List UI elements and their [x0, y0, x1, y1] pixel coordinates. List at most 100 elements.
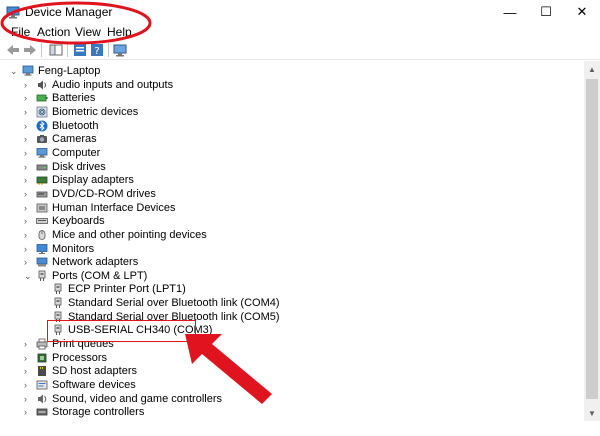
port-icon: [54, 283, 62, 295]
tree-category-item[interactable]: › SD host adapters: [0, 364, 580, 378]
hid-icon: [36, 203, 48, 212]
sd-card-icon: [38, 366, 46, 377]
highlight-box: [47, 320, 196, 342]
device-manager-window: Device Manager — ☐ ✕ File Action View He…: [0, 0, 600, 436]
chevron-right-icon[interactable]: ›: [24, 162, 32, 171]
tree-item-label: Standard Serial over Bluetooth link (COM…: [68, 297, 280, 310]
tree-category-item[interactable]: › Computer: [0, 146, 580, 160]
tree-category-item[interactable]: › DVD/CD-ROM drives: [0, 187, 580, 201]
chevron-right-icon[interactable]: ›: [24, 394, 32, 403]
tree-item-label: Monitors: [52, 242, 95, 255]
scroll-up-icon[interactable]: ▲: [584, 61, 600, 77]
chevron-right-icon[interactable]: ›: [24, 135, 32, 144]
tree-item-label: Storage controllers: [52, 406, 145, 419]
monitor-icon: [36, 243, 48, 254]
chevron-right-icon[interactable]: ›: [24, 203, 32, 212]
chevron-right-icon[interactable]: ›: [24, 340, 32, 349]
tree-root-label: Feng-Laptop: [38, 65, 101, 77]
chevron-right-icon[interactable]: ›: [24, 258, 32, 267]
tree-category-item[interactable]: › Monitors: [0, 242, 580, 256]
tree-category-item[interactable]: › Mice and other pointing devices: [0, 228, 580, 242]
chevron-right-icon[interactable]: ›: [24, 189, 32, 198]
chevron-down-icon[interactable]: ⌄: [24, 271, 32, 280]
tree-item-label: Network adapters: [52, 256, 139, 269]
tree-category-item[interactable]: › Biometric devices: [0, 105, 580, 119]
bluetooth-icon: [36, 120, 48, 132]
svg-text:?: ?: [94, 46, 99, 57]
port-icon: [38, 270, 46, 281]
chevron-right-icon[interactable]: ›: [24, 353, 32, 362]
storage-controller-icon: [36, 408, 48, 416]
tree-item-label: Processors: [52, 351, 108, 364]
fingerprint-icon: [36, 106, 48, 118]
tree-category-item[interactable]: › Sound, video and game controllers: [0, 392, 580, 406]
battery-icon: [36, 94, 48, 102]
disk-drive-icon: [36, 164, 48, 170]
highlight-ellipse: [0, 1, 152, 45]
tree-category-item[interactable]: › Processors: [0, 351, 580, 365]
sound-icon: [38, 394, 47, 404]
network-adapter-icon: [36, 257, 48, 267]
tree-category-item[interactable]: › Display adapters: [0, 173, 580, 187]
chevron-right-icon[interactable]: ›: [24, 108, 32, 117]
scroll-down-icon[interactable]: ▼: [584, 405, 600, 421]
tree-item-label: Display adapters: [52, 174, 134, 187]
tree-category-item[interactable]: › Batteries: [0, 91, 580, 105]
tree-item-label: Biometric devices: [52, 106, 139, 118]
computer-icon: [22, 65, 34, 76]
tree-category-item[interactable]: › Software devices: [0, 378, 580, 392]
software-device-icon: [36, 380, 48, 390]
tree-category-item[interactable]: › Audio inputs and outputs: [0, 78, 580, 92]
chevron-right-icon[interactable]: ›: [24, 94, 32, 103]
chevron-right-icon[interactable]: ›: [24, 230, 32, 239]
speaker-icon: [38, 80, 46, 90]
tree-category-item[interactable]: › Disk drives: [0, 160, 580, 174]
tree-category-item[interactable]: › Network adapters: [0, 255, 580, 269]
chevron-right-icon[interactable]: ›: [24, 217, 32, 226]
scrollbar-thumb[interactable]: [586, 79, 598, 399]
tree-child-item[interactable]: ECP Printer Port (LPT1): [0, 282, 580, 296]
chevron-right-icon[interactable]: ›: [24, 176, 32, 185]
chevron-right-icon[interactable]: ›: [24, 121, 32, 130]
tree-item-label: Keyboards: [52, 215, 105, 228]
camera-icon: [37, 135, 47, 144]
tree-category-item[interactable]: › Cameras: [0, 132, 580, 146]
keyboard-icon: [36, 218, 48, 225]
minimize-button[interactable]: —: [492, 0, 528, 24]
close-button[interactable]: ✕: [564, 0, 600, 24]
optical-drive-icon: [36, 191, 48, 198]
tree-category-item[interactable]: ⌄ Ports (COM & LPT): [0, 269, 580, 283]
vertical-scrollbar[interactable]: ▲ ▼: [584, 61, 600, 421]
chevron-right-icon[interactable]: ›: [24, 367, 32, 376]
maximize-button[interactable]: ☐: [528, 0, 564, 24]
display-adapter-icon: [36, 176, 48, 185]
tree-item-label: DVD/CD-ROM drives: [52, 187, 156, 200]
chevron-down-icon[interactable]: ⌄: [10, 67, 18, 76]
chevron-right-icon[interactable]: ›: [24, 244, 32, 253]
tree-item-label: Mice and other pointing devices: [52, 228, 207, 241]
red-arrow-icon: [185, 334, 272, 404]
chevron-right-icon[interactable]: ›: [24, 80, 32, 89]
tree-category-item[interactable]: › Bluetooth: [0, 119, 580, 133]
tree-item-label: Ports (COM & LPT): [52, 269, 148, 282]
computer-icon: [36, 147, 48, 158]
mouse-icon: [38, 229, 46, 240]
processor-icon: [37, 353, 47, 363]
tree-category-item[interactable]: › Human Interface Devices: [0, 201, 580, 215]
tree-item-label: Software devices: [52, 378, 136, 391]
tree-root[interactable]: ⌄ Feng-Laptop: [0, 64, 580, 78]
tree-item-label: Human Interface Devices: [52, 201, 176, 214]
chevron-right-icon[interactable]: ›: [24, 380, 32, 389]
tree-category-item[interactable]: › Keyboards: [0, 214, 580, 228]
chevron-right-icon[interactable]: ›: [24, 148, 32, 157]
device-tree: ⌄ Feng-Laptop › Audio inputs and outputs ›…: [0, 61, 584, 436]
tree-category-item[interactable]: › Storage controllers: [0, 405, 580, 419]
tree-item-label: Disk drives: [52, 160, 106, 173]
chevron-right-icon[interactable]: ›: [24, 408, 32, 417]
tree-item-label: ECP Printer Port (LPT1): [68, 283, 186, 296]
tree-item-label: Bluetooth: [52, 119, 99, 132]
tree-item-label: SD host adapters: [52, 365, 137, 378]
tree-item-label: Computer: [52, 146, 101, 159]
tree-item-label: Batteries: [52, 92, 96, 105]
tree-child-item[interactable]: Standard Serial over Bluetooth link (COM…: [0, 296, 580, 310]
